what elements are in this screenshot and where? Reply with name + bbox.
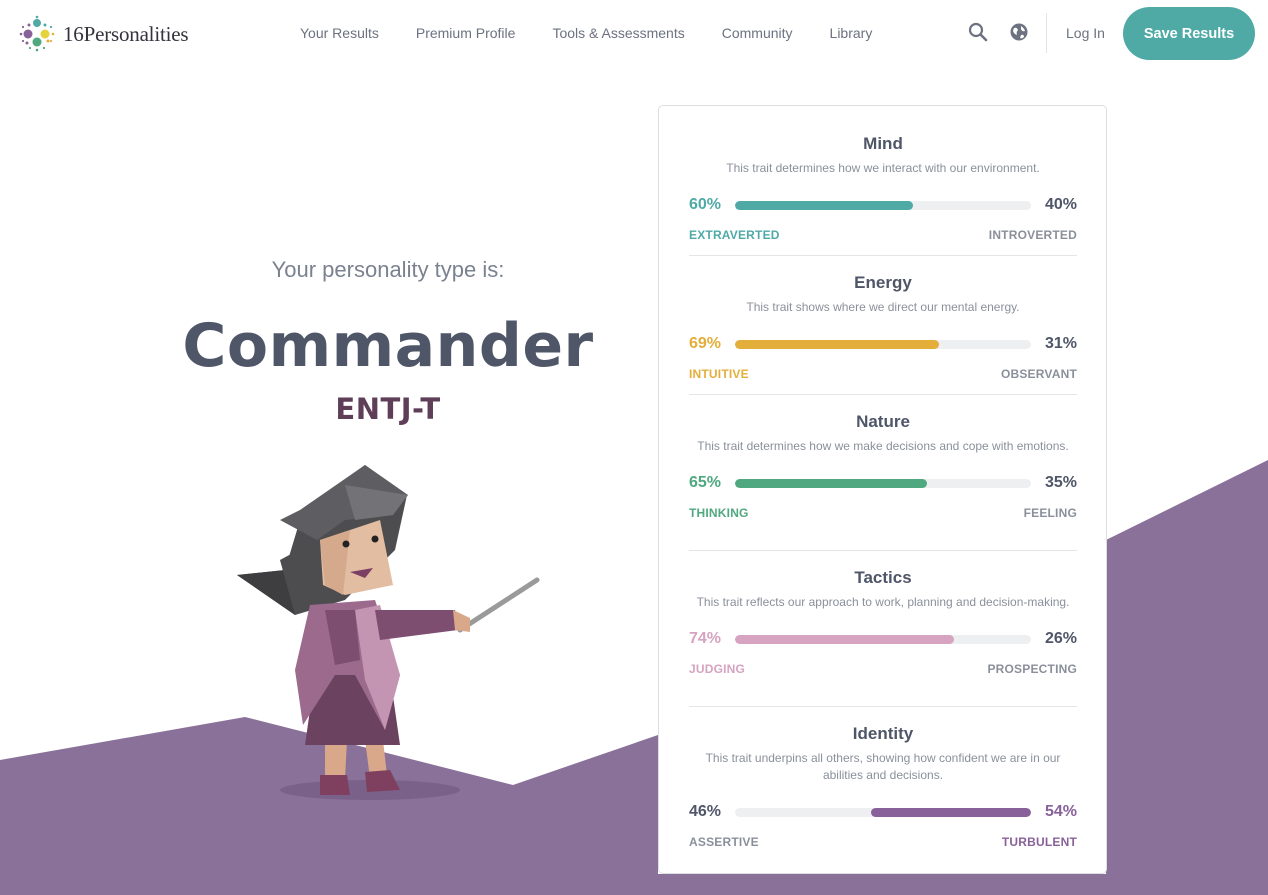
trait-right-label: OBSERVANT: [1000, 367, 1077, 381]
trait-left-percent: 60%: [689, 196, 722, 213]
nav-library[interactable]: Library: [830, 23, 873, 43]
trait-divider: [689, 394, 1077, 395]
trait-energy[interactable]: Energy This trait shows where we direct o…: [689, 272, 1077, 382]
header-divider: [1046, 13, 1047, 53]
nav-premium-profile[interactable]: Premium Profile: [416, 23, 516, 43]
trait-progress-bar: [735, 635, 1031, 644]
trait-left-percent: 74%: [689, 630, 722, 647]
trait-left-label: EXTRAVERTED: [689, 228, 780, 242]
trait-labels: INTUITIVE OBSERVANT: [689, 366, 1077, 382]
main-nav: Your Results Premium Profile Tools & Ass…: [300, 23, 909, 43]
trait-title: Energy: [854, 273, 912, 292]
trait-bar-row: 60% 40%: [689, 194, 1077, 216]
trait-progress-fill: [735, 479, 928, 488]
logo[interactable]: 16Personalities: [17, 14, 189, 54]
trait-left-label: INTUITIVE: [689, 367, 749, 381]
trait-left-label: THINKING: [689, 506, 749, 520]
trait-description: This trait shows where we direct our men…: [746, 300, 1020, 314]
globe-icon[interactable]: [1008, 21, 1030, 43]
site-header: 16Personalities Your Results Premium Pro…: [0, 0, 1268, 66]
intro-label: Your personality type is:: [271, 257, 505, 282]
trait-divider: [689, 550, 1077, 551]
trait-right-percent: 35%: [1044, 474, 1077, 491]
trait-right-percent: 31%: [1044, 335, 1077, 352]
nav-community[interactable]: Community: [722, 23, 793, 43]
trait-right-label: INTROVERTED: [988, 228, 1077, 242]
trait-progress-bar: [735, 340, 1031, 349]
trait-labels: EXTRAVERTED INTROVERTED: [689, 227, 1077, 243]
trait-mind[interactable]: Mind This trait determines how we interac…: [689, 133, 1077, 243]
trait-right-percent: 26%: [1044, 630, 1077, 647]
login-link[interactable]: Log In: [1066, 23, 1105, 43]
trait-right-label: TURBULENT: [1001, 835, 1077, 849]
trait-left-label: JUDGING: [689, 662, 746, 676]
trait-bar-row: 65% 35%: [689, 472, 1077, 494]
trait-title: Nature: [856, 412, 910, 431]
commander-character-illustration: [237, 465, 540, 800]
trait-progress-fill: [871, 808, 1031, 817]
trait-right-percent: 40%: [1044, 196, 1077, 213]
trait-right-label: FEELING: [1023, 506, 1077, 520]
trait-bar-row: 69% 31%: [689, 333, 1077, 355]
trait-description: This trait reflects our approach to work…: [696, 595, 1070, 609]
trait-bar-row: 46% 54%: [689, 801, 1077, 823]
trait-title: Mind: [863, 134, 903, 153]
nav-your-results[interactable]: Your Results: [300, 23, 379, 43]
trait-tactics[interactable]: Tactics This trait reflects our approach …: [689, 567, 1077, 677]
personality-type-code: ENTJ-T: [335, 392, 441, 426]
trait-labels: THINKING FEELING: [689, 505, 1077, 521]
trait-bar-row: 74% 26%: [689, 628, 1077, 650]
trait-description: This trait determines how we interact wi…: [726, 161, 1040, 175]
trait-left-percent: 46%: [689, 803, 722, 820]
traits-card: Mind This trait determines how we interac…: [658, 105, 1107, 874]
trait-progress-bar: [735, 808, 1031, 817]
logo-icon: [19, 15, 55, 52]
trait-divider: [689, 255, 1077, 256]
trait-progress-fill: [735, 201, 913, 210]
trait-title: Tactics: [854, 568, 912, 587]
trait-labels: JUDGING PROSPECTING: [689, 661, 1077, 677]
save-results-button[interactable]: Save Results: [1123, 7, 1255, 60]
trait-right-label: PROSPECTING: [987, 662, 1077, 676]
personality-type-name: Commander: [182, 311, 594, 381]
trait-progress-fill: [735, 635, 955, 644]
trait-progress-bar: [735, 201, 1031, 210]
header-icons: [967, 21, 1030, 43]
trait-progress-fill: [735, 340, 940, 349]
trait-description: This trait underpins all others, showing…: [705, 751, 1061, 782]
trait-nature[interactable]: Nature This trait determines how we make …: [689, 411, 1077, 521]
nav-tools-assessments[interactable]: Tools & Assessments: [552, 23, 684, 43]
trait-left-label: ASSERTIVE: [689, 835, 759, 849]
trait-left-percent: 69%: [689, 335, 722, 352]
trait-progress-bar: [735, 479, 1031, 488]
trait-title: Identity: [852, 724, 914, 743]
trait-right-percent: 54%: [1044, 803, 1077, 820]
trait-divider: [689, 706, 1077, 707]
trait-labels: ASSERTIVE TURBULENT: [689, 834, 1077, 850]
trait-left-percent: 65%: [689, 474, 722, 491]
trait-description: This trait determines how we make decisi…: [697, 439, 1069, 453]
search-icon[interactable]: [967, 21, 989, 43]
trait-identity[interactable]: Identity This trait underpins all others,…: [689, 723, 1077, 850]
logo-text: 16Personalities: [63, 21, 189, 46]
result-intro: Your personality type is: Commander ENTJ…: [130, 255, 646, 427]
